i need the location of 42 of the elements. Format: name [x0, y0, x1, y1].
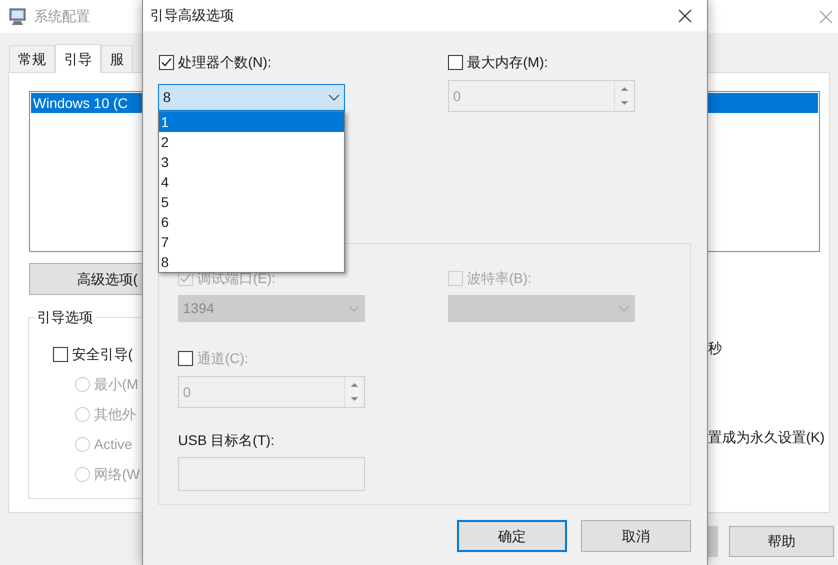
checkbox[interactable] — [448, 54, 463, 70]
permanent-settings-label: 置成为永久设置(K) — [708, 428, 826, 447]
chevron-down-icon — [328, 94, 340, 102]
list-item[interactable]: Windows 10 (C — [31, 93, 142, 113]
dropdown-option[interactable]: 1 — [159, 112, 344, 132]
chevron-down-icon — [618, 304, 630, 312]
tab[interactable]: 引导 — [55, 44, 101, 73]
radio-label: 最小(M — [94, 374, 138, 394]
dropdown-option[interactable]: 8 — [159, 252, 344, 272]
dropdown-option[interactable]: 3 — [159, 152, 344, 172]
field-label: 波特率(B): — [467, 268, 532, 288]
checkbox[interactable] — [178, 350, 193, 366]
processor-count-dropdown[interactable]: 8 — [158, 84, 345, 111]
dropdown-option[interactable]: 7 — [159, 232, 344, 252]
button-edge — [708, 526, 718, 557]
checkbox[interactable] — [53, 346, 68, 362]
window-title: 系统配置 — [34, 7, 90, 26]
field-label: 处理器个数(N): — [178, 52, 272, 72]
usb-target-label: USB 目标名(T): — [178, 431, 276, 450]
close-icon[interactable] — [678, 8, 692, 22]
field-label: 最大内存(M): — [467, 52, 548, 72]
help-button[interactable]: 帮助 — [729, 526, 834, 557]
dialog-button[interactable]: 确定 — [457, 520, 567, 552]
radio-label: Active — [94, 434, 132, 454]
radio-label: 其他外 — [94, 404, 136, 424]
dropdown-option[interactable]: 2 — [159, 132, 344, 152]
dialog-title: 引导高级选项 — [150, 6, 235, 25]
dialog-button[interactable]: 取消 — [581, 520, 691, 552]
seconds-label: 秒 — [708, 339, 723, 358]
advanced-options-button[interactable]: 高级选项( — [29, 263, 142, 295]
tab[interactable]: 常规 — [9, 45, 55, 72]
chevron-down-icon — [348, 304, 360, 312]
usb-target-field[interactable] — [178, 457, 365, 491]
dropdown-option[interactable]: 6 — [159, 212, 344, 232]
field-label: 通道(C): — [197, 348, 248, 368]
tab[interactable]: 服 — [101, 45, 133, 72]
checkbox[interactable] — [159, 54, 174, 70]
field-label: 安全引导( — [72, 344, 133, 364]
radio-label: 网络(W — [94, 464, 140, 484]
dropdown-option[interactable]: 5 — [159, 192, 344, 212]
computer-icon — [8, 6, 28, 26]
dropdown-option[interactable]: 4 — [159, 172, 344, 192]
